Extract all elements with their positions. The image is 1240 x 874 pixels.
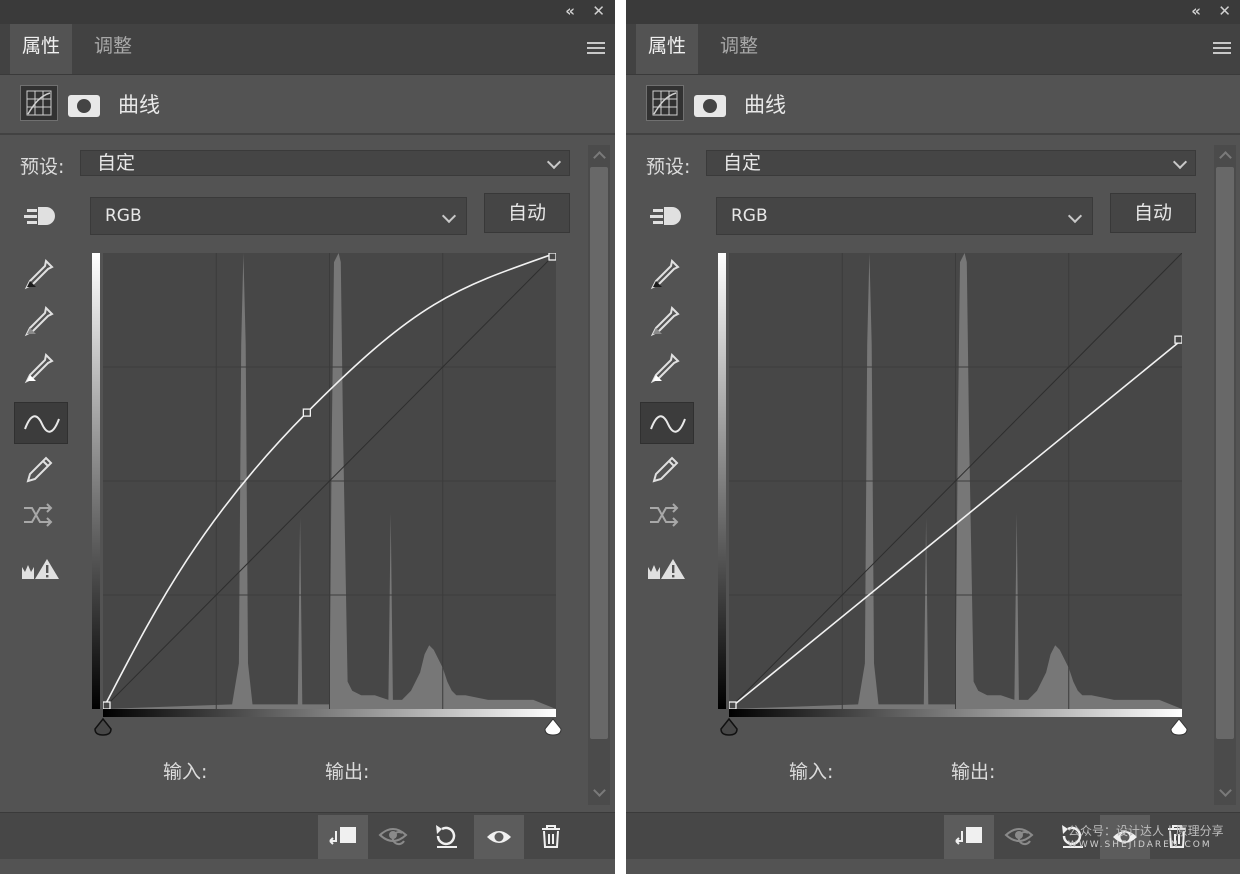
watermark-text: 公众号：设计达人 | 原理分享 xyxy=(1068,824,1224,838)
clip-to-layer-icon[interactable] xyxy=(944,815,994,859)
scrollbar[interactable] xyxy=(588,145,610,805)
panel-titlebar: « ✕ xyxy=(0,0,615,24)
preset-value: 自定 xyxy=(97,152,136,174)
smooth-icon[interactable] xyxy=(640,496,694,536)
scroll-down-icon[interactable] xyxy=(1219,784,1232,797)
panel-menu-icon[interactable] xyxy=(1213,42,1231,54)
tab-bar: 属性 调整 xyxy=(0,24,615,75)
curves-adjustment-icon[interactable] xyxy=(20,85,58,121)
scroll-up-icon[interactable] xyxy=(593,151,606,164)
input-label: 输入: xyxy=(163,761,208,783)
curve-control-point[interactable] xyxy=(103,701,111,709)
pencil-icon[interactable] xyxy=(14,449,68,489)
collapse-icon[interactable]: « xyxy=(565,2,575,20)
adjustment-title: 曲线 xyxy=(118,93,160,117)
close-icon[interactable]: ✕ xyxy=(1218,2,1231,20)
channel-value: RGB xyxy=(105,206,142,226)
chevron-down-icon xyxy=(1067,208,1083,224)
curve-edit-icon[interactable] xyxy=(640,402,694,444)
pencil-icon[interactable] xyxy=(640,449,694,489)
preset-select[interactable]: 自定 xyxy=(80,150,570,176)
channel-select[interactable]: RGB xyxy=(716,197,1093,235)
properties-panel-right: « ✕ 属性 调整 曲线 预设: 自定 RGB 自动 输入: 输出: xyxy=(626,0,1240,874)
smooth-icon[interactable] xyxy=(14,496,68,536)
tab-adjustments[interactable]: 调整 xyxy=(708,24,770,74)
panel-footer xyxy=(0,812,615,874)
channel-value: RGB xyxy=(731,206,768,226)
black-input-slider[interactable] xyxy=(92,717,116,737)
scroll-down-icon[interactable] xyxy=(593,784,606,797)
input-label: 输入: xyxy=(789,761,834,783)
auto-button[interactable]: 自动 xyxy=(484,193,570,233)
preset-label: 预设: xyxy=(20,156,65,178)
footer-strip xyxy=(626,859,1240,874)
white-point-eyedropper-icon[interactable] xyxy=(640,349,694,389)
adjustment-title: 曲线 xyxy=(744,93,786,117)
black-point-eyedropper-icon[interactable] xyxy=(14,255,68,295)
input-gradient-bar xyxy=(729,709,1182,717)
chevron-down-icon xyxy=(1172,154,1188,170)
chevron-down-icon xyxy=(441,208,457,224)
footer-strip xyxy=(0,859,615,874)
input-gradient-bar xyxy=(103,709,556,717)
black-point-eyedropper-icon[interactable] xyxy=(640,255,694,295)
close-icon[interactable]: ✕ xyxy=(592,2,605,20)
on-image-adjust-icon[interactable] xyxy=(16,196,70,236)
curves-graph[interactable] xyxy=(729,253,1182,709)
curve-control-point[interactable] xyxy=(302,408,312,417)
reset-icon[interactable] xyxy=(422,815,472,859)
tab-properties[interactable]: 属性 xyxy=(10,24,72,74)
curve-control-point[interactable] xyxy=(548,253,556,261)
panel-titlebar: « ✕ xyxy=(626,0,1240,24)
adjustment-header: 曲线 xyxy=(626,75,1240,135)
view-previous-icon[interactable] xyxy=(996,815,1046,859)
gray-point-eyedropper-icon[interactable] xyxy=(14,302,68,342)
tab-bar: 属性 调整 xyxy=(626,24,1240,75)
curves-adjustment-icon[interactable] xyxy=(646,85,684,121)
curves-graph[interactable] xyxy=(103,253,556,709)
on-image-adjust-icon[interactable] xyxy=(642,196,696,236)
properties-panel-left: « ✕ 属性 调整 曲线 预设: 自定 RGB 自动 输入: 输出: xyxy=(0,0,615,874)
tab-adjustments[interactable]: 调整 xyxy=(82,24,144,74)
panel-menu-icon[interactable] xyxy=(587,42,605,54)
preset-value: 自定 xyxy=(723,152,762,174)
black-input-slider[interactable] xyxy=(718,717,742,737)
watermark-url: WWW.SHEJIDAREN.COM xyxy=(1068,840,1212,850)
tab-properties[interactable]: 属性 xyxy=(636,24,698,74)
scrollbar[interactable] xyxy=(1214,145,1236,805)
preset-select[interactable]: 自定 xyxy=(706,150,1196,176)
curve-control-point[interactable] xyxy=(1174,335,1182,344)
scroll-thumb[interactable] xyxy=(590,167,608,739)
layer-mask-icon[interactable] xyxy=(694,95,726,117)
auto-button[interactable]: 自动 xyxy=(1110,193,1196,233)
gray-point-eyedropper-icon[interactable] xyxy=(640,302,694,342)
curve-control-point[interactable] xyxy=(729,701,737,709)
watermark: 公众号：设计达人 | 原理分享 WWW.SHEJIDAREN.COM xyxy=(1068,824,1224,852)
visibility-eye-icon[interactable] xyxy=(474,815,524,859)
channel-select[interactable]: RGB xyxy=(90,197,467,235)
preset-label: 预设: xyxy=(646,156,691,178)
clip-to-layer-icon[interactable] xyxy=(318,815,368,859)
white-point-eyedropper-icon[interactable] xyxy=(14,349,68,389)
view-previous-icon[interactable] xyxy=(370,815,420,859)
scroll-up-icon[interactable] xyxy=(1219,151,1232,164)
scroll-thumb[interactable] xyxy=(1216,167,1234,739)
white-input-slider[interactable] xyxy=(542,717,566,737)
output-gradient-bar xyxy=(718,253,726,709)
adjustment-header: 曲线 xyxy=(0,75,615,135)
white-input-slider[interactable] xyxy=(1168,717,1192,737)
output-label: 输出: xyxy=(951,761,996,783)
output-label: 输出: xyxy=(325,761,370,783)
chevron-down-icon xyxy=(546,154,562,170)
layer-mask-icon[interactable] xyxy=(68,95,100,117)
clipping-warning-icon[interactable] xyxy=(14,549,68,589)
output-gradient-bar xyxy=(92,253,100,709)
clipping-warning-icon[interactable] xyxy=(640,549,694,589)
trash-icon[interactable] xyxy=(526,815,576,859)
curve-edit-icon[interactable] xyxy=(14,402,68,444)
collapse-icon[interactable]: « xyxy=(1191,2,1201,20)
